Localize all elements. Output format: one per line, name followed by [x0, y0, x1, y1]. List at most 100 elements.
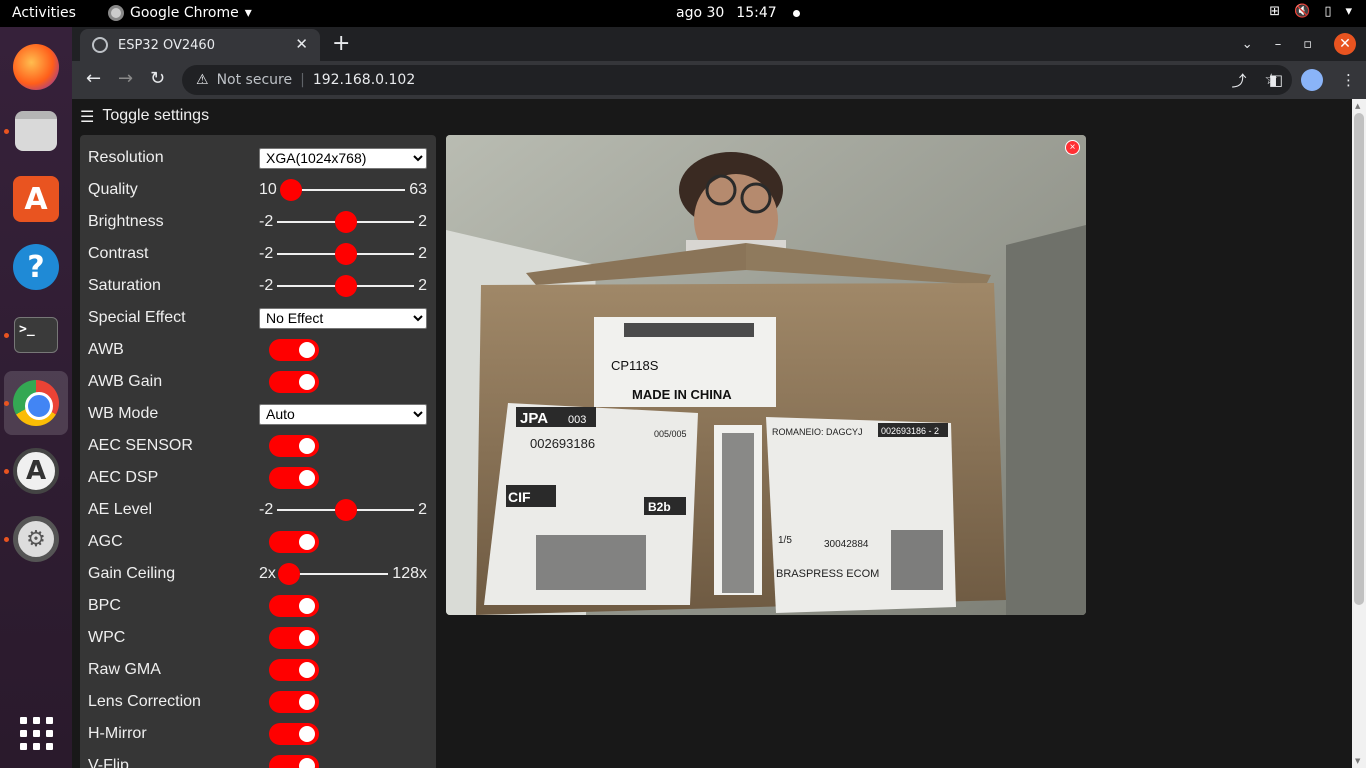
setting-label: Gain Ceiling [88, 565, 176, 582]
dock-software-updater[interactable]: A [4, 439, 68, 503]
saturation-slider[interactable]: -2 2 [259, 275, 427, 297]
minimize-icon[interactable]: – [1275, 37, 1282, 52]
wb-mode-select[interactable]: Auto [259, 403, 427, 425]
special-effect-select[interactable]: No Effect [259, 307, 427, 329]
app-menu-label: Google Chrome [130, 5, 239, 21]
setting-lens-correction: Lens Correction [88, 686, 428, 718]
setting-label: H-Mirror [88, 725, 147, 742]
awb-gain-toggle[interactable] [269, 371, 319, 393]
battery-icon: ▯ [1324, 4, 1332, 19]
files-icon [15, 111, 57, 151]
setting-label: AGC [88, 533, 123, 550]
quality-slider[interactable]: 10 63 [259, 179, 427, 201]
svg-text:005/005: 005/005 [654, 429, 687, 439]
contrast-slider[interactable]: -2 2 [259, 243, 427, 265]
slider-knob[interactable] [334, 211, 357, 233]
toggle-knob [299, 374, 315, 390]
svg-text:BRASPRESS ECOM: BRASPRESS ECOM [776, 568, 879, 580]
slider-track[interactable] [277, 499, 415, 521]
slider-max: 2 [418, 245, 427, 262]
url-text[interactable]: 192.168.0.102 [313, 72, 415, 88]
scrollbar-thumb[interactable] [1354, 113, 1364, 605]
v-flip-toggle[interactable] [269, 755, 319, 768]
reload-icon[interactable]: ↻ [150, 68, 165, 89]
scroll-down-icon[interactable]: ▼ [1355, 757, 1360, 765]
lens-correction-toggle[interactable] [269, 691, 319, 713]
setting-label: Special Effect [88, 309, 186, 326]
activities-button[interactable]: Activities [12, 5, 76, 21]
slider-track[interactable] [277, 563, 389, 585]
caret-down-icon: ▾ [1345, 4, 1352, 19]
slider-knob[interactable] [334, 243, 357, 265]
gain-ceiling-slider[interactable]: 2x 128x [259, 563, 427, 585]
dock-settings[interactable]: ⚙ [4, 507, 68, 571]
toggle-knob [299, 694, 315, 710]
slider-track[interactable] [277, 275, 415, 297]
setting-label: AWB [88, 341, 124, 358]
settings-icon: ⚙ [13, 516, 59, 562]
browser-toolbar: ← → ↻ ⚠ Not secure | 192.168.0.102 ⤴ ☆ ◧… [72, 61, 1366, 99]
firefox-icon [13, 44, 59, 90]
aec-dsp-toggle[interactable] [269, 467, 319, 489]
slider-track[interactable] [277, 243, 415, 265]
agc-toggle[interactable] [269, 531, 319, 553]
awb-toggle[interactable] [269, 339, 319, 361]
setting-label: Resolution [88, 149, 164, 166]
toggle-settings[interactable]: ☰ Toggle settings [80, 107, 209, 127]
dock-firefox[interactable] [4, 35, 68, 99]
slider-knob[interactable] [277, 563, 300, 585]
show-applications-icon[interactable] [20, 717, 53, 750]
dock-files[interactable] [4, 99, 68, 163]
software-icon: A [13, 176, 59, 222]
warning-icon[interactable]: ⚠ [196, 72, 209, 88]
dock-terminal[interactable]: >_ [4, 303, 68, 367]
h-mirror-toggle[interactable] [269, 723, 319, 745]
caret-down-icon: ▾ [244, 5, 252, 21]
forward-arrow-icon[interactable]: → [118, 68, 133, 89]
toggle-knob [299, 630, 315, 646]
software-updater-icon: A [13, 448, 59, 494]
slider-knob[interactable] [334, 275, 357, 297]
svg-text:30042884: 30042884 [824, 539, 869, 550]
dock-software[interactable]: A [4, 167, 68, 231]
wpc-toggle[interactable] [269, 627, 319, 649]
setting-special-effect: Special Effect No Effect [88, 302, 428, 334]
close-stream-icon[interactable]: × [1065, 140, 1080, 155]
address-bar[interactable]: ⚠ Not secure | 192.168.0.102 ⤴ ☆ [182, 65, 1292, 95]
raw-gma-toggle[interactable] [269, 659, 319, 681]
app-menu[interactable]: Google Chrome ▾ [108, 5, 252, 21]
side-panel-icon[interactable]: ◧ [1269, 71, 1283, 89]
page-scrollbar[interactable]: ▲ ▼ [1352, 99, 1366, 768]
brightness-slider[interactable]: -2 2 [259, 211, 427, 233]
slider-knob[interactable] [334, 499, 357, 521]
security-label[interactable]: Not secure [217, 72, 293, 88]
aec-sensor-toggle[interactable] [269, 435, 319, 457]
share-icon[interactable]: ⤴ [1232, 70, 1247, 91]
profile-avatar-icon[interactable] [1301, 69, 1323, 91]
ae-level-slider[interactable]: -2 2 [259, 499, 427, 521]
setting-label: AEC SENSOR [88, 437, 193, 454]
dock-help[interactable]: ? [4, 235, 68, 299]
clock[interactable]: ago 30 15:47 [676, 5, 800, 21]
slider-track[interactable] [277, 211, 415, 233]
camera-frame-image: CP118S MADE IN CHINA JPA 003 002693186 0… [446, 135, 1086, 615]
kebab-menu-icon[interactable]: ⋮ [1341, 71, 1356, 89]
chrome-window: ESP32 OV2460 ✕ + ⌄ – ▫ ✕ ← → ↻ ⚠ Not sec… [72, 27, 1366, 768]
tab-search-icon[interactable]: ⌄ [1242, 37, 1253, 52]
setting-raw-gma: Raw GMA [88, 654, 428, 686]
maximize-icon[interactable]: ▫ [1303, 37, 1312, 52]
tab-close-icon[interactable]: ✕ [295, 35, 308, 53]
slider-min: -2 [259, 245, 274, 262]
dock-chrome[interactable] [4, 371, 68, 435]
new-tab-icon[interactable]: + [332, 31, 350, 56]
scroll-up-icon[interactable]: ▲ [1355, 102, 1360, 110]
chrome-app-icon [108, 5, 124, 21]
browser-tab[interactable]: ESP32 OV2460 ✕ [80, 29, 320, 61]
back-arrow-icon[interactable]: ← [86, 68, 101, 89]
slider-knob[interactable] [279, 179, 302, 201]
window-close-icon[interactable]: ✕ [1334, 33, 1356, 55]
system-tray[interactable]: ⊞ 🔇 ▯ ▾ [1269, 4, 1352, 19]
bpc-toggle[interactable] [269, 595, 319, 617]
resolution-select[interactable]: XGA(1024x768) [259, 147, 427, 169]
slider-track[interactable] [279, 179, 406, 201]
